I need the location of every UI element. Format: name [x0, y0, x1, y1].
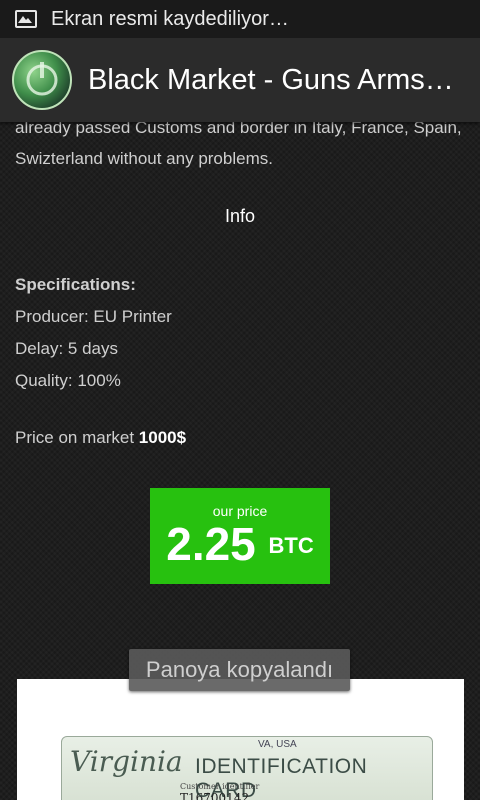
image-icon	[15, 10, 37, 28]
price-unit: BTC	[268, 533, 314, 558]
id-card-state: Virginia	[70, 745, 183, 778]
spec-delay: Delay: 5 days	[15, 339, 118, 358]
action-bar: Black Market - Guns Arms…	[0, 38, 480, 122]
app-logo-icon[interactable]	[12, 50, 72, 110]
page-title: Black Market - Guns Arms…	[88, 63, 454, 96]
id-card-country: VA, USA	[258, 739, 297, 750]
market-price: Price on market 1000$	[15, 428, 186, 448]
our-price-label: our price	[212, 503, 268, 519]
section-title: Info	[224, 206, 256, 226]
our-price-value: 2.25 BTC	[150, 521, 330, 567]
status-text: Ekran resmi kaydediliyor…	[51, 7, 289, 30]
market-price-label: Price on market	[15, 428, 135, 447]
our-price-box[interactable]: our price 2.25 BTC	[150, 488, 330, 584]
market-price-value: 1000$	[138, 428, 187, 447]
id-card-sub-label: Customer identifier	[180, 782, 260, 791]
id-card-image: Virginia VA, USA IDENTIFICATION CARD Cus…	[61, 736, 433, 800]
price-amount: 2.25	[166, 518, 256, 570]
status-bar: Ekran resmi kaydediliyor…	[0, 0, 480, 38]
specifications-heading: Specifications:	[15, 275, 136, 294]
spec-quality: Quality: 100%	[15, 371, 121, 390]
specifications: Specifications: Producer: EU Printer Del…	[15, 269, 172, 397]
id-card-number: T16700142	[180, 791, 250, 800]
spec-producer: Producer: EU Printer	[15, 307, 172, 326]
product-image: Virginia VA, USA IDENTIFICATION CARD Cus…	[17, 679, 464, 800]
toast-message: Panoya kopyalandı	[129, 649, 350, 691]
